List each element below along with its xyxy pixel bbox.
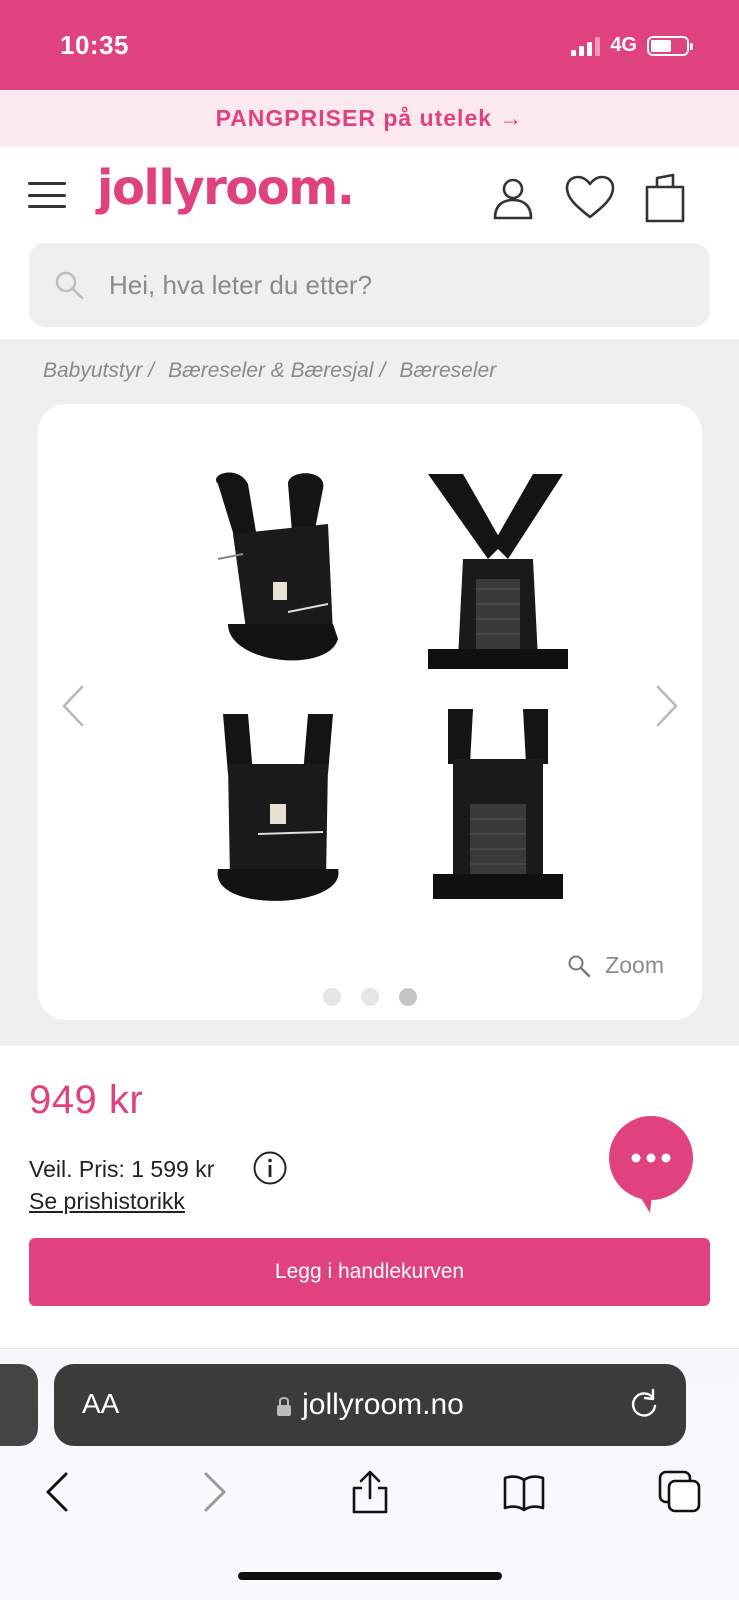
breadcrumb-item-baereseler[interactable]: Bæreseler xyxy=(399,359,496,383)
zoom-icon xyxy=(568,955,591,977)
promo-text: PANGPRISER på utelek → xyxy=(215,104,524,131)
bag-icon[interactable] xyxy=(642,172,688,224)
url-text: jollyroom.no xyxy=(302,1388,464,1421)
carrier-back-view xyxy=(428,474,568,669)
carrier-rear-view xyxy=(433,709,563,899)
reload-icon[interactable] xyxy=(626,1386,662,1422)
bookmarks-icon[interactable] xyxy=(502,1470,546,1514)
search-bar xyxy=(29,243,710,327)
previous-tab-peek[interactable] xyxy=(0,1364,38,1446)
url-display[interactable]: jollyroom.no xyxy=(54,1388,686,1422)
price-history-link[interactable]: Se prishistorikk xyxy=(29,1188,185,1215)
breadcrumb-separator: / xyxy=(148,359,155,382)
chevron-right-icon[interactable] xyxy=(652,684,682,728)
logo[interactable]: jollyroom. xyxy=(97,160,355,216)
gallery-dot[interactable] xyxy=(361,988,379,1006)
product-gallery[interactable]: Zoom xyxy=(38,404,702,1020)
breadcrumb-item-baereseler-baeresjal[interactable]: Bæreseler & Bæresjal xyxy=(168,359,373,383)
recommended-price: Veil. Pris: 1 599 kr xyxy=(29,1156,215,1182)
gallery-dot-active[interactable] xyxy=(399,988,417,1006)
status-indicators: 4G xyxy=(571,34,693,57)
add-to-cart-button[interactable]: Legg i handlekurven xyxy=(29,1238,710,1306)
browser-toolbar xyxy=(0,1470,739,1530)
status-time: 10:35 xyxy=(60,30,129,60)
account-icon[interactable] xyxy=(490,174,536,220)
info-icon[interactable] xyxy=(252,1150,288,1186)
search-icon xyxy=(53,269,85,301)
gallery-pagination xyxy=(38,988,702,1006)
heart-icon[interactable] xyxy=(564,174,616,220)
address-bar[interactable]: AA jollyroom.no xyxy=(54,1364,686,1446)
carrier-front-view xyxy=(217,714,339,901)
back-icon[interactable] xyxy=(36,1470,80,1514)
lock-icon xyxy=(277,1397,292,1417)
tabs-icon[interactable] xyxy=(658,1470,702,1514)
site-header: jollyroom. xyxy=(0,146,739,241)
product-price: 949 kr xyxy=(29,1078,144,1122)
search-input[interactable] xyxy=(109,261,689,309)
carrier-side-view xyxy=(215,472,338,661)
zoom-label: Zoom xyxy=(605,952,664,978)
hamburger-icon[interactable] xyxy=(28,182,66,208)
promo-banner[interactable]: PANGPRISER på utelek → xyxy=(0,90,739,146)
product-image[interactable] xyxy=(188,464,588,934)
signal-icon xyxy=(571,36,601,56)
share-icon[interactable] xyxy=(348,1470,392,1514)
gallery-dot[interactable] xyxy=(323,988,341,1006)
zoom-button[interactable]: Zoom xyxy=(567,952,664,979)
breadcrumb: Babyutstyr / Bæreseler & Bæresjal / Bære… xyxy=(43,359,496,383)
chat-icon[interactable] xyxy=(608,1115,694,1215)
status-bar: 10:35 4G xyxy=(0,0,739,90)
divider xyxy=(0,1348,739,1349)
chevron-left-icon[interactable] xyxy=(58,684,88,728)
battery-icon xyxy=(647,35,693,56)
breadcrumb-item-babyutstyr[interactable]: Babyutstyr xyxy=(43,359,142,383)
home-indicator xyxy=(238,1572,502,1580)
breadcrumb-separator: / xyxy=(379,359,386,382)
forward-icon[interactable] xyxy=(192,1470,236,1514)
network-label: 4G xyxy=(610,34,637,56)
